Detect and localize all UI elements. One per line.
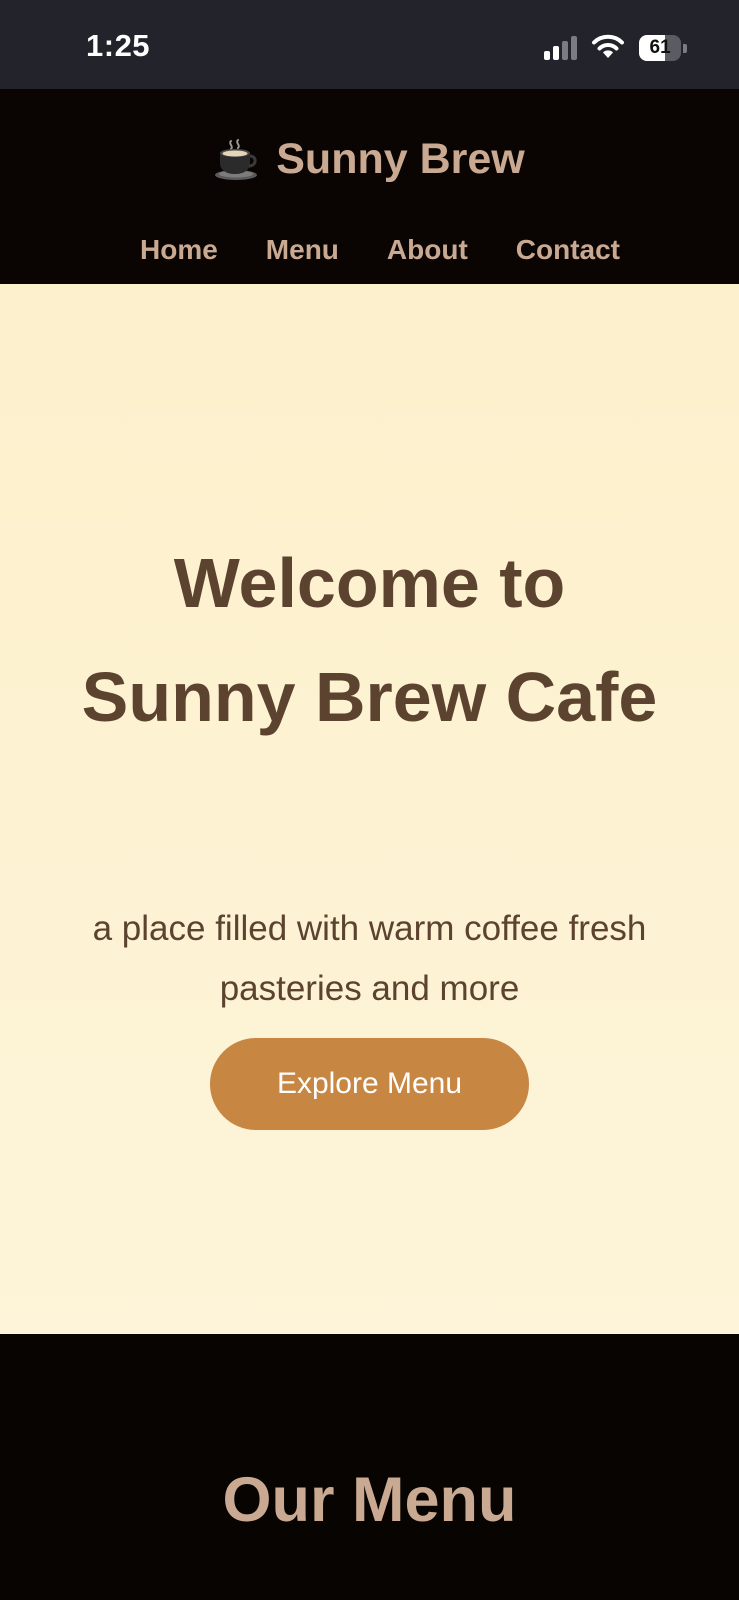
signal-bar bbox=[562, 41, 568, 60]
battery-level: 61 bbox=[649, 37, 671, 58]
status-time: 1:25 bbox=[86, 28, 151, 63]
brand-name: Sunny Brew bbox=[276, 135, 525, 183]
menu-section-title: Our Menu bbox=[222, 1465, 517, 1535]
hero-subtitle: a place filled with warm coffee fresh pa… bbox=[92, 909, 647, 1008]
wifi-icon bbox=[591, 33, 625, 64]
battery-icon: 61 bbox=[639, 35, 687, 61]
main-nav: Home Menu About Contact bbox=[140, 234, 620, 266]
menu-section: Our Menu bbox=[0, 1334, 739, 1600]
status-icons: 61 bbox=[544, 34, 687, 62]
status-bar: 1:25 61 bbox=[0, 0, 739, 89]
brand[interactable]: Sunny Brew bbox=[0, 135, 739, 184]
coffee-cup-icon bbox=[214, 138, 260, 181]
cellular-signal-icon bbox=[544, 36, 577, 60]
signal-bar bbox=[571, 36, 577, 60]
nav-contact[interactable]: Contact bbox=[516, 234, 620, 266]
hero-title: Welcome to Sunny Brew Cafe bbox=[0, 526, 739, 754]
page: 1:25 61 Sunny Brew Home Menu About Conta… bbox=[0, 0, 739, 1600]
nav-menu[interactable]: Menu bbox=[266, 234, 339, 266]
signal-bar bbox=[544, 51, 550, 60]
hero-title-line-2: Sunny Brew Cafe bbox=[81, 658, 658, 736]
hero-section: Welcome to Sunny Brew Cafe a place fille… bbox=[0, 284, 739, 1334]
signal-bar bbox=[553, 46, 559, 60]
explore-menu-button[interactable]: Explore Menu bbox=[210, 1038, 529, 1130]
nav-about[interactable]: About bbox=[387, 234, 468, 266]
hero-title-line-1: Welcome to bbox=[173, 544, 566, 622]
site-header: Sunny Brew Home Menu About Contact bbox=[0, 89, 739, 284]
nav-home[interactable]: Home bbox=[140, 234, 218, 266]
